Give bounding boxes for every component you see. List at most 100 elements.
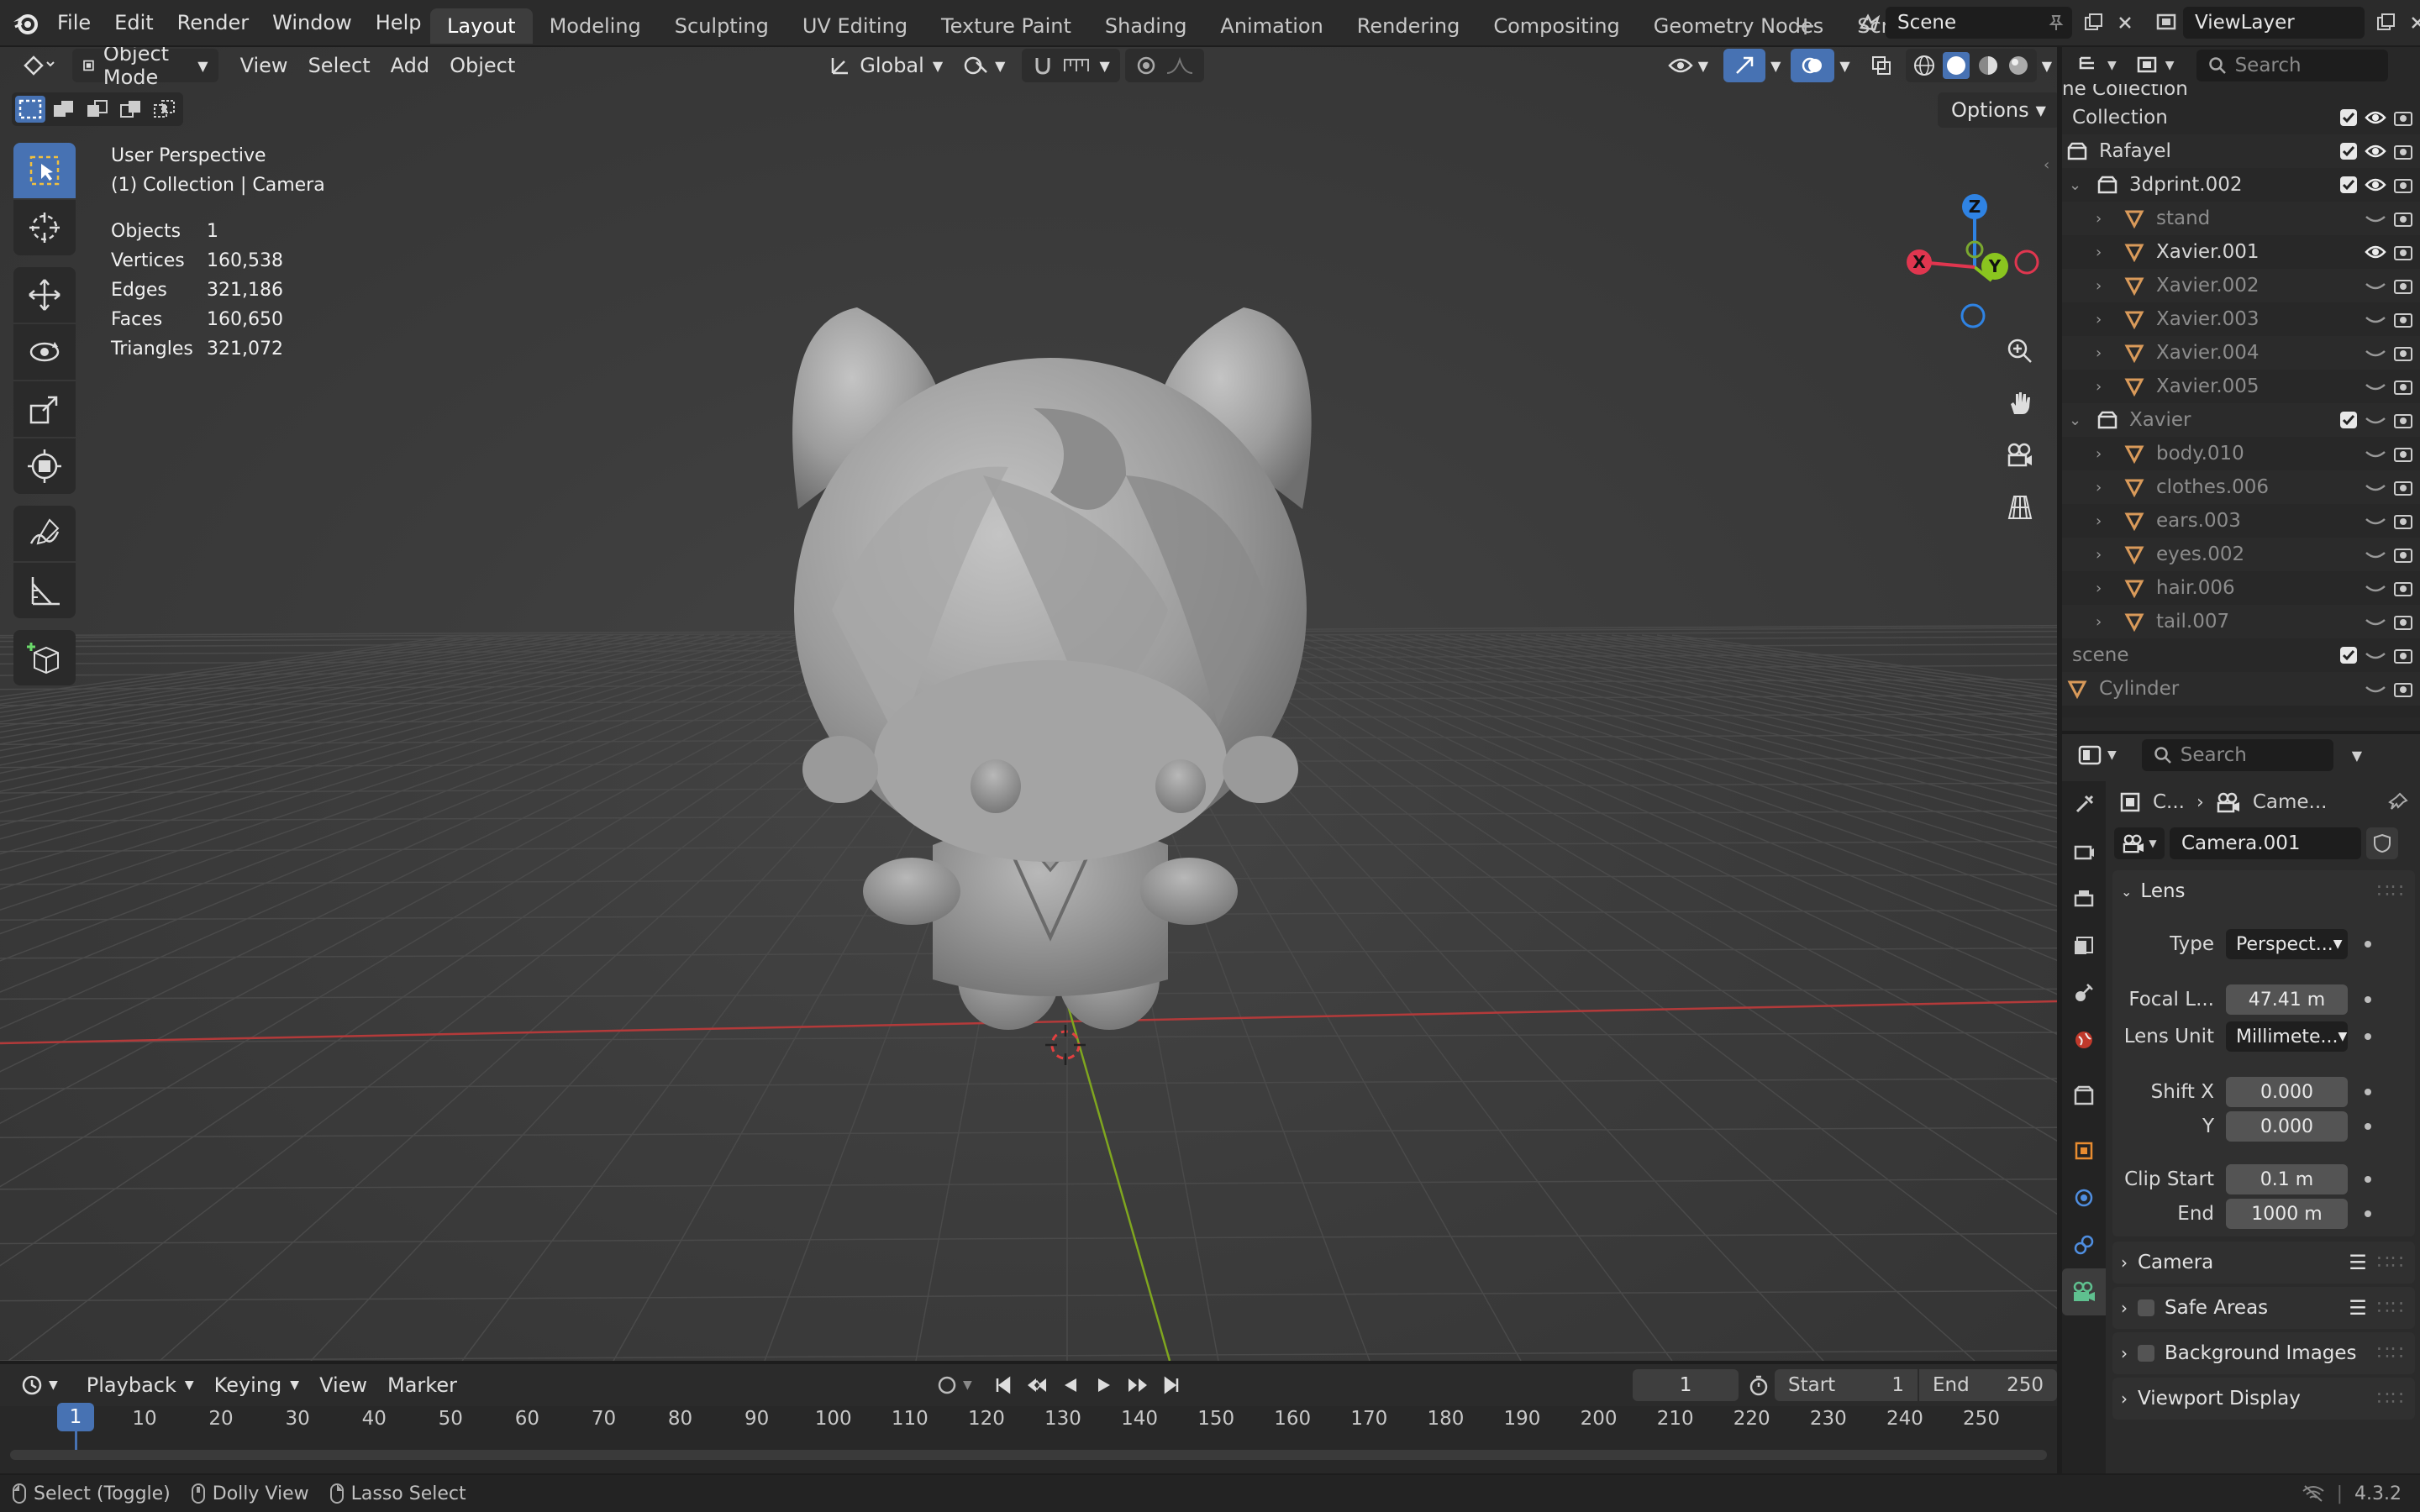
eye-closed-icon[interactable]: [2365, 344, 2386, 361]
measure-tool-icon[interactable]: [13, 563, 76, 618]
select-intersect-icon[interactable]: [150, 96, 180, 123]
exclude-checkbox[interactable]: [2339, 176, 2358, 194]
exclude-checkbox[interactable]: [2339, 646, 2358, 664]
expand-chevron-icon[interactable]: ›: [2096, 378, 2121, 396]
drag-handle-icon[interactable]: ∷∷: [2377, 1342, 2405, 1364]
select-new-icon[interactable]: [15, 96, 45, 123]
shift-x-field[interactable]: 0.000: [2226, 1077, 2348, 1107]
select-box-tool-icon[interactable]: [13, 143, 76, 198]
new-scene-icon[interactable]: [2077, 7, 2109, 39]
tab-sculpting[interactable]: Sculpting: [658, 8, 786, 44]
outliner-row[interactable]: Cylinder: [2062, 672, 2420, 706]
outliner-search-input[interactable]: Search: [2196, 50, 2388, 81]
scale-tool-icon[interactable]: [13, 381, 76, 437]
animate-dot[interactable]: [2365, 1210, 2371, 1217]
expand-chevron-icon[interactable]: ›: [2096, 613, 2121, 631]
exclude-checkbox[interactable]: [2339, 411, 2358, 429]
camera-browse-button[interactable]: ▼: [2114, 827, 2165, 859]
sidebar-toggle-icon[interactable]: ‹: [2044, 156, 2049, 174]
outliner-row[interactable]: › Xavier.001: [2062, 235, 2420, 269]
navigation-gizmo[interactable]: Z Y X: [1899, 144, 2050, 346]
eye-closed-icon[interactable]: [2365, 378, 2386, 395]
transform-orientation-dropdown[interactable]: Global ▼: [819, 49, 953, 82]
rendered-shading-icon[interactable]: [2007, 54, 2030, 77]
render-camera-icon[interactable]: [2393, 411, 2413, 429]
panel-camera[interactable]: › Camera ☰ ∷∷: [2112, 1242, 2415, 1284]
render-camera-icon[interactable]: [2393, 108, 2413, 127]
proportional-editing-toggle[interactable]: [1124, 49, 1204, 82]
expand-chevron-icon[interactable]: ⌄: [2069, 412, 2094, 429]
menu-edit[interactable]: Edit: [103, 0, 165, 45]
menu-file[interactable]: File: [45, 0, 103, 45]
blender-logo-icon[interactable]: [12, 10, 39, 35]
render-camera-icon[interactable]: [2393, 377, 2413, 396]
tab-layout[interactable]: Layout: [430, 8, 533, 44]
eye-closed-icon[interactable]: [2365, 445, 2386, 462]
menu-render[interactable]: Render: [166, 0, 260, 45]
eye-icon[interactable]: [2365, 109, 2386, 126]
exclude-checkbox[interactable]: [2339, 108, 2358, 127]
eye-closed-icon[interactable]: [2365, 479, 2386, 496]
animate-dot[interactable]: [2365, 996, 2371, 1003]
camera-view-icon[interactable]: [1996, 432, 2044, 479]
render-camera-icon[interactable]: [2393, 310, 2413, 328]
eye-icon[interactable]: [2365, 176, 2386, 193]
tab-rendering[interactable]: Rendering: [1340, 8, 1477, 44]
eye-closed-icon[interactable]: [2365, 613, 2386, 630]
expand-chevron-icon[interactable]: ⌄: [2069, 176, 2094, 194]
editor-type-icon[interactable]: [2074, 50, 2106, 81]
properties-search-input[interactable]: Search: [2141, 739, 2333, 771]
pan-hand-icon[interactable]: [1996, 380, 2044, 427]
shift-y-field[interactable]: 0.000: [2226, 1111, 2348, 1142]
render-camera-icon[interactable]: [2393, 646, 2413, 664]
cursor-tool-icon[interactable]: [13, 200, 76, 255]
world-tab-icon[interactable]: [2062, 1016, 2106, 1063]
expand-chevron-icon[interactable]: ›: [2096, 580, 2121, 597]
animate-dot[interactable]: [2365, 1033, 2371, 1040]
outliner-row[interactable]: › Xavier.005: [2062, 370, 2420, 403]
tab-modeling[interactable]: Modeling: [533, 8, 658, 44]
panel-background-images[interactable]: › Background Images ∷∷: [2112, 1332, 2415, 1374]
fake-user-shield-icon[interactable]: [2366, 827, 2398, 859]
expand-chevron-icon[interactable]: ›: [2096, 512, 2121, 530]
tab-shading[interactable]: Shading: [1088, 8, 1204, 44]
animate-dot[interactable]: [2365, 1089, 2371, 1095]
outliner-row[interactable]: ⌄ Xavier: [2062, 403, 2420, 437]
camera-datablock-name[interactable]: Camera.001: [2170, 827, 2361, 859]
view-layer-selector[interactable]: ViewLayer: [2151, 7, 2420, 39]
panel-enable-checkbox[interactable]: [2138, 1345, 2154, 1362]
outliner-row[interactable]: › tail.007: [2062, 605, 2420, 638]
chevron-down-icon[interactable]: ▼: [1834, 49, 1854, 82]
render-camera-icon[interactable]: [2393, 276, 2413, 295]
select-subtract-icon[interactable]: [82, 96, 113, 123]
eye-closed-icon[interactable]: [2365, 546, 2386, 563]
render-camera-icon[interactable]: [2393, 545, 2413, 564]
tab-compositing[interactable]: Compositing: [1476, 8, 1636, 44]
add-cube-tool-icon[interactable]: [13, 630, 76, 685]
outliner-row[interactable]: › ears.003: [2062, 504, 2420, 538]
viewport-menu-add[interactable]: Add: [381, 49, 439, 82]
menu-window[interactable]: Window: [260, 0, 364, 45]
view-layer-icon[interactable]: [2151, 7, 2183, 39]
tool-tab-icon[interactable]: [2062, 781, 2106, 828]
snap-toggle[interactable]: ▼: [1022, 49, 1120, 82]
perspective-toggle-icon[interactable]: [1996, 484, 2044, 531]
view-layer-field[interactable]: ViewLayer: [2183, 7, 2365, 39]
animate-dot[interactable]: [2365, 1176, 2371, 1183]
select-extend-icon[interactable]: [49, 96, 79, 123]
render-camera-icon[interactable]: [2393, 478, 2413, 496]
eye-closed-icon[interactable]: [2365, 647, 2386, 664]
physics-tab-icon[interactable]: [2062, 1174, 2106, 1221]
constraints-tab-icon[interactable]: [2062, 1221, 2106, 1268]
display-mode-icon[interactable]: [2132, 50, 2164, 81]
scene-icon[interactable]: [1854, 7, 1886, 39]
character-model[interactable]: [731, 257, 1370, 1080]
render-camera-icon[interactable]: [2393, 344, 2413, 362]
collection-tab-icon[interactable]: [2062, 1072, 2106, 1119]
eye-closed-icon[interactable]: [2365, 277, 2386, 294]
3d-cursor-icon[interactable]: [1042, 1021, 1089, 1068]
render-camera-icon[interactable]: [2393, 512, 2413, 530]
move-tool-icon[interactable]: [13, 267, 76, 323]
outliner-row[interactable]: Collection: [2062, 101, 2420, 134]
camera-data-tab-icon[interactable]: [2062, 1268, 2106, 1315]
